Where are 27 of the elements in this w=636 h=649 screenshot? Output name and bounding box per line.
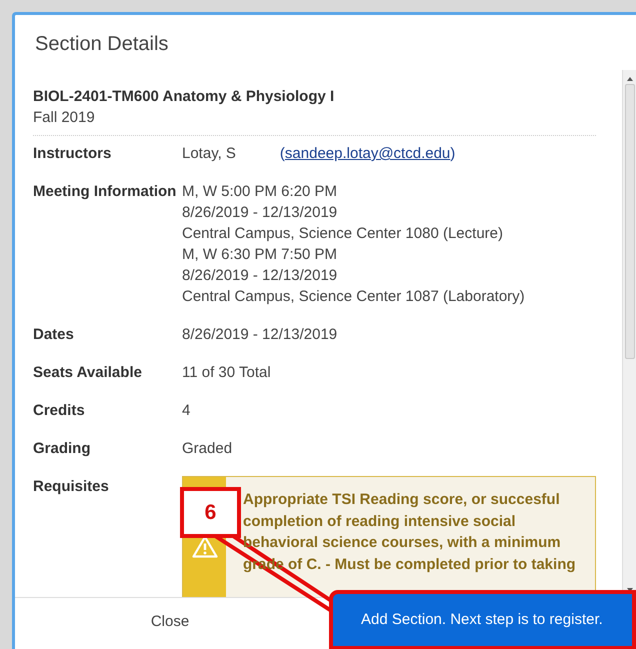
course-title: BIOL-2401-TM600 Anatomy & Physiology I: [33, 87, 336, 107]
field-label: Credits: [33, 401, 86, 421]
course-term: Fall 2019: [33, 108, 96, 128]
close-button[interactable]: Close: [15, 598, 325, 646]
field-label: Requisites: [33, 477, 110, 497]
instructor-line: Lotay, S (sandeep.lotay@ctcd.edu): [182, 144, 456, 164]
field-value: 4: [182, 401, 192, 421]
field-label: Seats Available: [33, 363, 143, 383]
field-value: 8/26/2019 - 12/13/2019: [182, 325, 338, 345]
field-label: Meeting Information: [33, 182, 178, 202]
field-value: 8/26/2019 - 12/13/2019: [182, 203, 338, 223]
field-label: Instructors: [33, 144, 112, 164]
step-number: 6: [180, 487, 241, 538]
field-value: 11 of 30 Total: [182, 363, 272, 383]
email-link[interactable]: (sandeep.lotay@ctcd.edu): [280, 145, 456, 162]
field-value: M, W 5:00 PM 6:20 PM: [182, 182, 338, 202]
field-label: Grading: [33, 439, 92, 459]
field-label: Dates: [33, 325, 75, 345]
scrollbar-thumb[interactable]: [624, 84, 634, 359]
field-value: Central Campus, Science Center 1087 (Laboratory): [182, 287, 526, 307]
field-value: Graded: [182, 439, 234, 459]
scroll-up-icon[interactable]: [626, 76, 634, 82]
field-value: Central Campus, Science Center 1080 (Lecture): [182, 224, 504, 244]
field-value: 8/26/2019 - 12/13/2019: [182, 266, 338, 286]
field-value: M, W 6:30 PM 7:50 PM: [182, 245, 338, 265]
add-section-button[interactable]: Add Section. Next step is to register.: [329, 590, 636, 649]
modal-title: Section Details: [34, 32, 170, 57]
